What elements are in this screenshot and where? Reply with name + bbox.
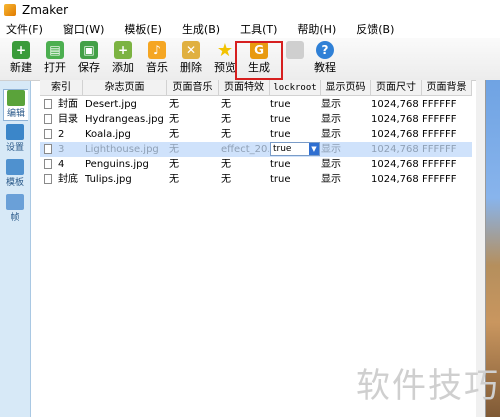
col-header-index[interactable]: 索引 — [40, 80, 83, 96]
delete-icon: ✕ — [182, 41, 200, 59]
sidebar-tab-frame[interactable]: 帧 — [3, 194, 27, 224]
save-button[interactable]: ▣ 保存 — [74, 40, 104, 78]
table-row[interactable]: 4 Penguins.jpg 无 无 true 显示 1024,768 FFFF… — [40, 157, 472, 172]
sidebar-tab-edit[interactable]: 编辑 — [3, 89, 28, 121]
page-icon — [44, 144, 52, 154]
col-header-lockroot[interactable]: lockroot — [270, 80, 321, 96]
sidebar-tab-settings[interactable]: 设置 — [3, 124, 27, 154]
help-icon: ? — [316, 41, 334, 59]
generate-highlight — [235, 41, 283, 80]
menu-tools[interactable]: 工具(T) — [240, 21, 277, 37]
window-title: Zmaker — [22, 3, 69, 17]
col-header-bg[interactable]: 页面背景 — [422, 80, 472, 96]
page-icon — [44, 174, 52, 184]
menu-window[interactable]: 窗口(W) — [63, 21, 104, 37]
save-icon: ▣ — [80, 41, 98, 59]
sidebar-tab-template[interactable]: 模板 — [3, 159, 27, 189]
col-header-music[interactable]: 页面音乐 — [167, 80, 219, 96]
menu-feedback[interactable]: 反馈(B) — [356, 21, 394, 37]
page-icon — [44, 99, 52, 109]
menu-help[interactable]: 帮助(H) — [297, 21, 336, 37]
template-icon — [6, 159, 24, 175]
add-button[interactable]: + 添加 — [108, 40, 138, 78]
watermark: 软件技巧 — [356, 366, 500, 406]
col-header-effect[interactable]: 页面特效 — [219, 80, 270, 96]
frame-icon — [6, 194, 24, 210]
settings-icon — [6, 124, 24, 140]
menu-file[interactable]: 文件(F) — [6, 21, 43, 37]
music-icon: ♪ — [148, 41, 166, 59]
col-header-page[interactable]: 杂志页面 — [83, 80, 167, 96]
col-header-size[interactable]: 页面尺寸 — [371, 80, 422, 96]
open-icon: ▤ — [46, 41, 64, 59]
app-icon — [4, 4, 16, 16]
chevron-down-icon[interactable]: ▼ — [309, 143, 319, 155]
title-bar: Zmaker — [0, 0, 500, 21]
disabled-button — [280, 40, 310, 78]
table-row-selected[interactable]: 3 Lighthouse.jpg 无 effect_20... true ▼ 显… — [40, 142, 472, 157]
open-button[interactable]: ▤ 打开 — [40, 40, 70, 78]
music-button[interactable]: ♪ 音乐 — [142, 40, 172, 78]
table-row[interactable]: 封底 Tulips.jpg 无 无 true 显示 1024,768 FFFFF… — [40, 172, 472, 187]
sidebar: 编辑 设置 模板 帧 — [0, 81, 31, 417]
page-icon — [44, 129, 52, 139]
delete-button[interactable]: ✕ 删除 — [176, 40, 206, 78]
new-icon: + — [12, 41, 30, 59]
col-header-pagenum[interactable]: 显示页码 — [321, 80, 371, 96]
menu-bar: 文件(F) 窗口(W) 模板(E) 生成(B) 工具(T) 帮助(H) 反馈(B… — [0, 20, 500, 38]
table-row[interactable]: 2 Koala.jpg 无 无 true 显示 1024,768 FFFFFF — [40, 127, 472, 142]
page-icon — [44, 114, 52, 124]
menu-template[interactable]: 模板(E) — [124, 21, 162, 37]
lockroot-dropdown[interactable]: true ▼ — [270, 142, 320, 156]
star-icon: ★ — [216, 39, 234, 61]
table-row[interactable]: 封面 Desert.jpg 无 无 true 显示 1024,768 FFFFF… — [40, 97, 472, 112]
new-button[interactable]: + 新建 — [6, 40, 36, 78]
add-icon: + — [114, 41, 132, 59]
tutorial-button[interactable]: ? 教程 — [310, 40, 340, 78]
page-icon — [44, 159, 52, 169]
edit-icon — [7, 90, 25, 106]
menu-generate[interactable]: 生成(B) — [182, 21, 220, 37]
disabled-icon — [286, 41, 304, 59]
table-row[interactable]: 目录 Hydrangeas.jpg 无 无 true 显示 1024,768 F… — [40, 112, 472, 127]
